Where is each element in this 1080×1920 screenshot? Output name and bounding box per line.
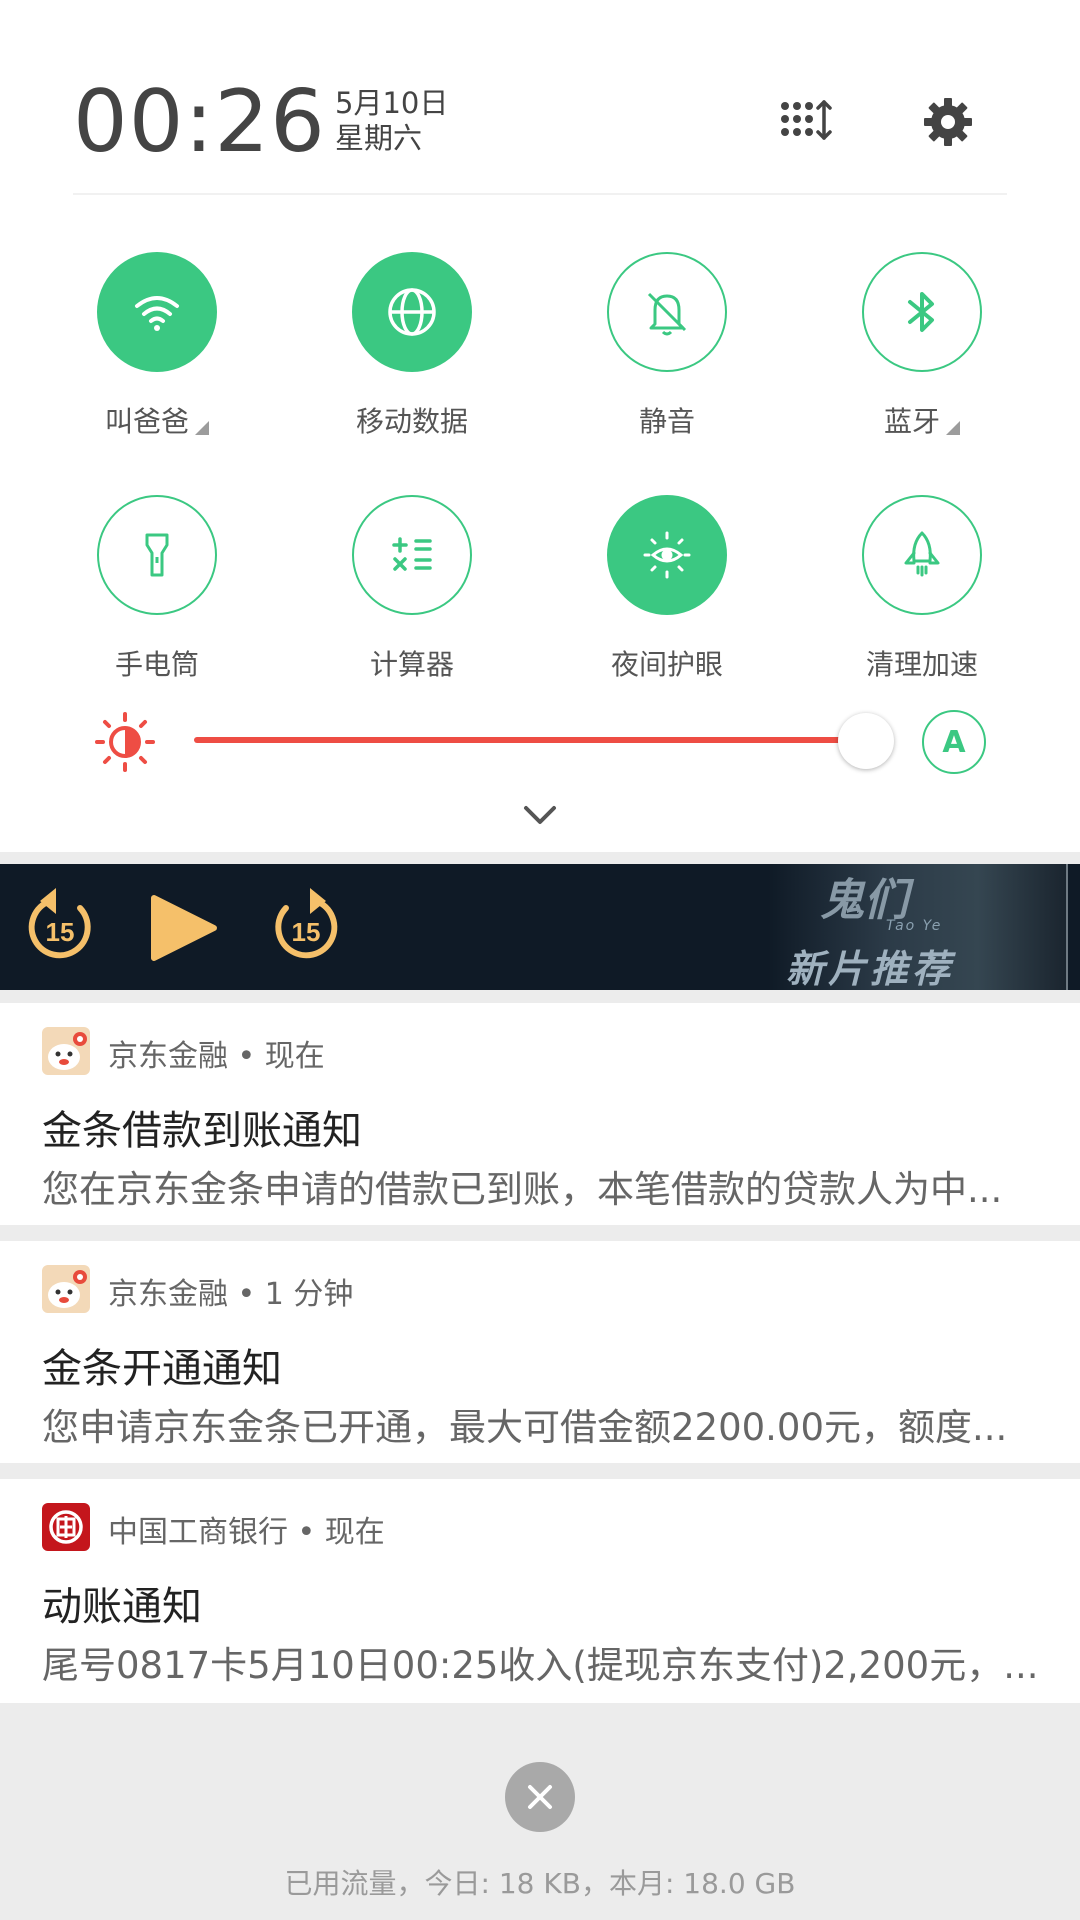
notification-title: 动账通知 xyxy=(42,1584,202,1630)
tile-calculator-label: 计算器 xyxy=(369,648,454,681)
auto-brightness-button[interactable]: A xyxy=(922,710,986,774)
wifi-icon xyxy=(97,252,217,372)
notification-body: 您申请京东金条已开通，最大可借金额2200.00元，额度... xyxy=(42,1406,1008,1449)
chevron-down-icon[interactable] xyxy=(520,800,560,830)
tile-cleanup-label: 清理加速 xyxy=(865,648,978,681)
jd-finance-icon xyxy=(42,1027,90,1075)
globe-icon xyxy=(352,252,472,372)
tile-wifi-label: 叫爸爸 xyxy=(104,405,189,438)
notification-card[interactable]: 中国工商银行 • 现在 动账通知 尾号0817卡5月10日00:25收入(提现京… xyxy=(0,1479,1080,1703)
notification-time: 现在 xyxy=(324,1515,385,1550)
date-block: 5月10日 星期六 xyxy=(335,86,448,156)
artwork-subtitle: Tao Ye xyxy=(886,918,943,934)
tile-calculator[interactable]: 计算器 xyxy=(312,495,512,695)
notification-card[interactable]: 京东金融 • 1 分钟 金条开通通知 您申请京东金条已开通，最大可借金额2200… xyxy=(0,1241,1080,1463)
weekday-text: 星期六 xyxy=(335,121,423,155)
brightness-slider-thumb[interactable] xyxy=(838,713,894,769)
close-icon xyxy=(528,1785,552,1809)
forward-15-icon[interactable]: 15 xyxy=(256,878,356,978)
rewind-15-icon[interactable]: 15 xyxy=(10,878,110,978)
tile-flashlight[interactable]: 手电筒 xyxy=(57,495,257,695)
artwork-edge xyxy=(1066,864,1068,990)
date-text: 5月10日 xyxy=(335,86,449,120)
tile-silent[interactable]: 静音 xyxy=(567,252,767,452)
tile-silent-label: 静音 xyxy=(638,405,695,438)
expand-corner-icon xyxy=(195,421,209,435)
calculator-icon xyxy=(352,495,472,615)
notification-time: 现在 xyxy=(264,1039,325,1074)
tile-eye-care-label: 夜间护眼 xyxy=(610,648,723,681)
eye-care-icon xyxy=(607,495,727,615)
notification-body: 您在京东金条申请的借款已到账，本笔借款的贷款人为中... xyxy=(42,1168,1003,1211)
brightness-slider-track[interactable] xyxy=(194,737,866,743)
header-divider xyxy=(73,193,1007,195)
tile-bluetooth[interactable]: 蓝牙 xyxy=(822,252,1022,452)
notification-card[interactable]: 京东金融 • 现在 金条借款到账通知 您在京东金条申请的借款已到账，本笔借款的贷… xyxy=(0,1003,1080,1225)
tile-mobile-data-label: 移动数据 xyxy=(355,405,468,438)
brightness-icon xyxy=(95,712,155,772)
forward-seconds-label: 15 xyxy=(292,917,321,947)
tile-bluetooth-label: 蓝牙 xyxy=(883,405,940,438)
tile-cleanup[interactable]: 清理加速 xyxy=(822,495,1022,695)
notification-app-name: 中国工商银行 xyxy=(108,1515,288,1550)
rocket-icon xyxy=(862,495,982,615)
tile-wifi[interactable]: 叫爸爸 xyxy=(57,252,257,452)
notification-time: 1 分钟 xyxy=(264,1277,354,1312)
quick-settings-panel: 00:26 5月10日 星期六 叫爸爸 移动数据 静音 蓝牙 手电筒 计算器 夜… xyxy=(0,0,1080,852)
notification-title: 金条借款到账通知 xyxy=(42,1108,362,1154)
notification-app-name: 京东金融 xyxy=(108,1277,228,1312)
notification-app-name: 京东金融 xyxy=(108,1039,228,1074)
gear-icon[interactable] xyxy=(918,92,978,152)
artwork-tagline: 新片推荐 xyxy=(786,947,955,990)
notification-body: 尾号0817卡5月10日00:25收入(提现京东支付)2,200元，... xyxy=(42,1644,1039,1687)
jd-finance-icon xyxy=(42,1265,90,1313)
rewind-seconds-label: 15 xyxy=(46,917,75,947)
clock: 00:26 xyxy=(73,72,326,172)
bell-icon xyxy=(607,252,727,372)
tile-eye-care[interactable]: 夜间护眼 xyxy=(567,495,767,695)
tile-flashlight-label: 手电筒 xyxy=(114,648,199,681)
bluetooth-icon xyxy=(862,252,982,372)
tile-mobile-data[interactable]: 移动数据 xyxy=(312,252,512,452)
icbc-icon xyxy=(42,1503,90,1551)
flashlight-icon xyxy=(97,495,217,615)
clear-notifications-button[interactable] xyxy=(505,1762,575,1832)
play-icon[interactable] xyxy=(134,878,234,978)
expand-corner-icon xyxy=(946,421,960,435)
media-artwork: 鬼们 Tao Ye 新片推荐 xyxy=(768,864,1068,990)
media-player-bar[interactable]: 15 15 鬼们 Tao Ye 新片推荐 xyxy=(0,864,1080,990)
edit-tiles-icon[interactable] xyxy=(775,92,835,152)
notification-title: 金条开通通知 xyxy=(42,1346,282,1392)
data-usage-text: 已用流量，今日: 18 KB，本月: 18.0 GB xyxy=(284,1867,796,1900)
